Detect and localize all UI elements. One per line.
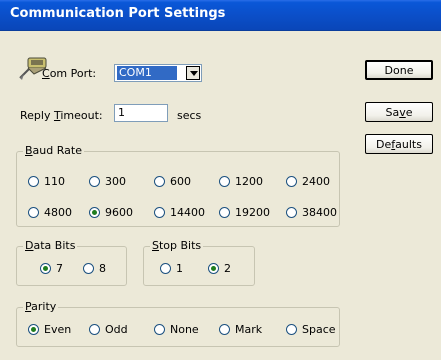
baud-4800-radio[interactable]: 4800 xyxy=(28,206,72,219)
chevron-down-icon[interactable] xyxy=(186,66,200,80)
window-title: Communication Port Settings xyxy=(10,6,226,21)
baud-2400-radio[interactable]: 2400 xyxy=(286,175,330,188)
data-bits-8-radio[interactable]: 8 xyxy=(83,262,106,275)
done-button[interactable]: Done xyxy=(365,60,433,80)
baud-300-radio[interactable]: 300 xyxy=(89,175,126,188)
stop-bits-2-radio[interactable]: 2 xyxy=(208,262,231,275)
parity-space-radio[interactable]: Space xyxy=(286,323,336,336)
baud-110-radio[interactable]: 110 xyxy=(28,175,65,188)
parity-mark-radio[interactable]: Mark xyxy=(219,323,262,336)
data-bits-group: Data Bits xyxy=(16,239,127,286)
defaults-button[interactable]: Defaults xyxy=(365,134,433,154)
data-bits-7-radio[interactable]: 7 xyxy=(40,262,63,275)
baud-38400-radio[interactable]: 38400 xyxy=(286,206,337,219)
baud-14400-radio[interactable]: 14400 xyxy=(154,206,205,219)
stop-bits-1-radio[interactable]: 1 xyxy=(160,262,183,275)
save-button[interactable]: Save xyxy=(365,102,433,122)
baud-1200-radio[interactable]: 1200 xyxy=(219,175,263,188)
parity-odd-radio[interactable]: Odd xyxy=(89,323,128,336)
baud-19200-radio[interactable]: 19200 xyxy=(219,206,270,219)
stop-bits-legend: Stop Bits xyxy=(150,239,204,252)
com-port-label: Com Port: xyxy=(42,67,97,80)
parity-even-radio[interactable]: Even xyxy=(28,323,71,336)
baud-600-radio[interactable]: 600 xyxy=(154,175,191,188)
title-bar: Communication Port Settings xyxy=(0,0,441,31)
parity-legend: Parity xyxy=(23,300,59,313)
baud-9600-radio[interactable]: 9600 xyxy=(89,206,133,219)
com-port-value: COM1 xyxy=(117,66,177,80)
parity-none-radio[interactable]: None xyxy=(154,323,199,336)
reply-timeout-input[interactable]: 1 xyxy=(114,104,168,122)
com-port-select[interactable]: COM1 xyxy=(114,64,202,82)
reply-timeout-label: Reply Timeout: xyxy=(20,109,103,122)
reply-timeout-unit: secs xyxy=(177,109,202,122)
data-bits-legend: Data Bits xyxy=(23,239,78,252)
baud-rate-legend: Baud Rate xyxy=(23,144,84,157)
